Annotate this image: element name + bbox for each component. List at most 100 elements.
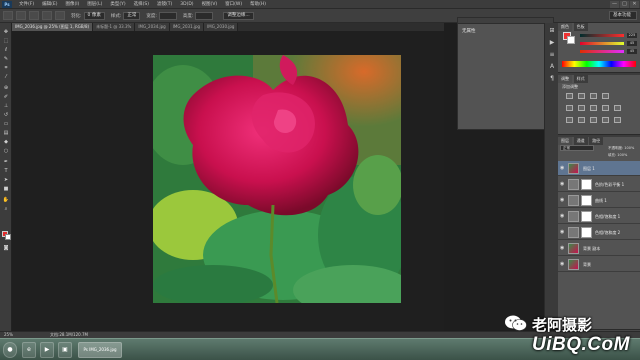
color-panel-background-swatch[interactable] xyxy=(567,36,575,44)
visibility-eye-icon[interactable]: ◉ xyxy=(560,261,566,267)
tab-channels[interactable]: 通道 xyxy=(573,137,588,145)
crop-tool-icon[interactable]: ⌗ xyxy=(2,65,10,72)
levels-icon[interactable] xyxy=(578,93,585,99)
red-value[interactable]: 225 xyxy=(627,33,637,38)
layer-mask-thumbnail[interactable] xyxy=(581,227,592,238)
style-select[interactable]: 正常 xyxy=(123,11,141,20)
layer-row[interactable]: ◉ 色阶/色彩平衡 1 xyxy=(558,177,640,192)
healing-brush-tool-icon[interactable]: ⊕ xyxy=(2,85,10,92)
layer-mask-thumbnail[interactable] xyxy=(581,195,592,206)
photoshop-taskbar-button[interactable]: Ps IMG_2036.jpg xyxy=(78,342,122,358)
fill-field[interactable]: 填充: 100% xyxy=(608,152,636,158)
refine-edge-button[interactable]: 调整边缘... xyxy=(223,11,254,20)
hand-tool-icon[interactable]: ✋ xyxy=(2,197,10,204)
intersect-selection-button[interactable] xyxy=(55,11,65,20)
brightness-contrast-icon[interactable] xyxy=(566,93,573,99)
blend-mode-select[interactable]: 正常 xyxy=(560,145,594,151)
feather-input[interactable]: 0 像素 xyxy=(83,11,105,20)
start-button-icon[interactable]: ● xyxy=(3,342,17,358)
layer-mask-thumbnail[interactable] xyxy=(581,179,592,190)
blur-tool-icon[interactable]: ◆ xyxy=(2,139,10,146)
canvas-area[interactable] xyxy=(12,31,444,331)
red-slider[interactable] xyxy=(580,34,624,37)
dodge-tool-icon[interactable]: ○ xyxy=(2,148,10,155)
history-brush-tool-icon[interactable]: ↺ xyxy=(2,112,10,119)
menu-image[interactable]: 图像(I) xyxy=(61,1,83,7)
character-panel-icon[interactable]: A xyxy=(548,63,556,71)
visibility-eye-icon[interactable]: ◉ xyxy=(560,181,566,187)
eyedropper-tool-icon[interactable]: ⁄ xyxy=(2,74,10,81)
path-select-tool-icon[interactable]: ➤ xyxy=(2,177,10,184)
hue-saturation-icon[interactable] xyxy=(578,105,585,111)
minimize-button[interactable]: — xyxy=(610,1,619,8)
lasso-tool-icon[interactable]: ℓ xyxy=(2,47,10,54)
layer-row[interactable]: ◉ 色相/饱和度 1 xyxy=(558,209,640,224)
menu-layer[interactable]: 图层(L) xyxy=(83,1,106,7)
tab-layers[interactable]: 图层 xyxy=(558,137,572,145)
tab-adjustments[interactable]: 调整 xyxy=(558,75,572,83)
green-slider[interactable] xyxy=(580,42,624,45)
browser-taskbar-icon[interactable]: e xyxy=(22,342,36,358)
tab-document-4[interactable]: IMG_2031.jpg xyxy=(169,23,205,31)
layer-mask-thumbnail[interactable] xyxy=(581,211,592,222)
gradient-tool-icon[interactable]: ▤ xyxy=(2,130,10,137)
curves-icon[interactable] xyxy=(590,93,597,99)
new-selection-button[interactable] xyxy=(16,11,26,20)
visibility-eye-icon[interactable]: ◉ xyxy=(560,245,566,251)
visibility-eye-icon[interactable]: ◉ xyxy=(560,229,566,235)
invert-icon[interactable] xyxy=(566,117,573,123)
move-tool-icon[interactable]: ✥ xyxy=(2,29,10,36)
color-balance-icon[interactable] xyxy=(590,105,597,111)
color-spectrum-bar[interactable] xyxy=(562,61,636,67)
menu-filter[interactable]: 滤镜(T) xyxy=(153,1,176,7)
history-panel-icon[interactable]: ⊞ xyxy=(548,27,556,35)
menu-select[interactable]: 选择(S) xyxy=(130,1,153,7)
tab-color[interactable]: 颜色 xyxy=(558,23,572,31)
green-value[interactable]: 45 xyxy=(627,41,637,46)
blue-slider[interactable] xyxy=(580,50,624,53)
close-button[interactable]: ✕ xyxy=(630,1,639,8)
menu-window[interactable]: 窗口(W) xyxy=(221,1,246,7)
subtract-selection-button[interactable] xyxy=(42,11,52,20)
layer-row[interactable]: ◉ 曲线 1 xyxy=(558,193,640,208)
opacity-field[interactable]: 不透明度: 100% xyxy=(608,145,636,151)
layer-row[interactable]: ◉ 色相/饱和度 2 xyxy=(558,225,640,240)
pen-tool-icon[interactable]: ✒ xyxy=(2,159,10,166)
layer-row[interactable]: ◉ 背景 xyxy=(558,257,640,272)
quick-select-tool-icon[interactable]: ✎ xyxy=(2,56,10,63)
brush-tool-icon[interactable]: ✐ xyxy=(2,94,10,101)
maximize-button[interactable]: □ xyxy=(620,1,629,8)
photo-filter-icon[interactable] xyxy=(614,105,621,111)
menu-type[interactable]: 类型(Y) xyxy=(106,1,129,7)
gradient-map-icon[interactable] xyxy=(602,117,609,123)
tab-document-2[interactable]: 未标题-1 @ 33.3% xyxy=(93,23,136,31)
tab-swatches[interactable]: 色板 xyxy=(573,23,588,31)
visibility-eye-icon[interactable]: ◉ xyxy=(560,213,566,219)
actions-panel-icon[interactable]: ▶ xyxy=(548,39,556,47)
explorer-taskbar-icon[interactable]: ▣ xyxy=(58,342,72,358)
add-selection-button[interactable] xyxy=(29,11,39,20)
properties-panel-header[interactable] xyxy=(458,18,553,24)
eraser-tool-icon[interactable]: ▭ xyxy=(2,121,10,128)
tab-document-5[interactable]: IMG_2030.jpg xyxy=(204,23,239,31)
marquee-tool-icon[interactable]: ⬚ xyxy=(2,38,10,45)
height-input[interactable] xyxy=(195,11,214,20)
tab-paths[interactable]: 路径 xyxy=(589,137,604,145)
visibility-eye-icon[interactable]: ◉ xyxy=(560,165,566,171)
media-player-taskbar-icon[interactable]: ▶ xyxy=(40,342,54,358)
menu-edit[interactable]: 编辑(E) xyxy=(38,1,61,7)
visibility-eye-icon[interactable]: ◉ xyxy=(560,197,566,203)
blue-value[interactable]: 45 xyxy=(627,49,637,54)
posterize-icon[interactable] xyxy=(578,117,585,123)
threshold-icon[interactable] xyxy=(590,117,597,123)
width-input[interactable] xyxy=(158,11,177,20)
tool-preset-button[interactable] xyxy=(3,11,13,20)
layer-row[interactable]: ◉ 图层 1 xyxy=(558,161,640,176)
tab-styles[interactable]: 样式 xyxy=(573,75,588,83)
properties-panel-icon[interactable]: ≡ xyxy=(548,51,556,59)
menu-file[interactable]: 文件(F) xyxy=(15,1,38,7)
rose-photo[interactable] xyxy=(153,55,401,303)
tab-document-3[interactable]: IMG_2034.jpg xyxy=(135,23,170,31)
selective-color-icon[interactable] xyxy=(614,117,621,123)
workspace-select[interactable]: 基本功能 xyxy=(609,11,637,20)
